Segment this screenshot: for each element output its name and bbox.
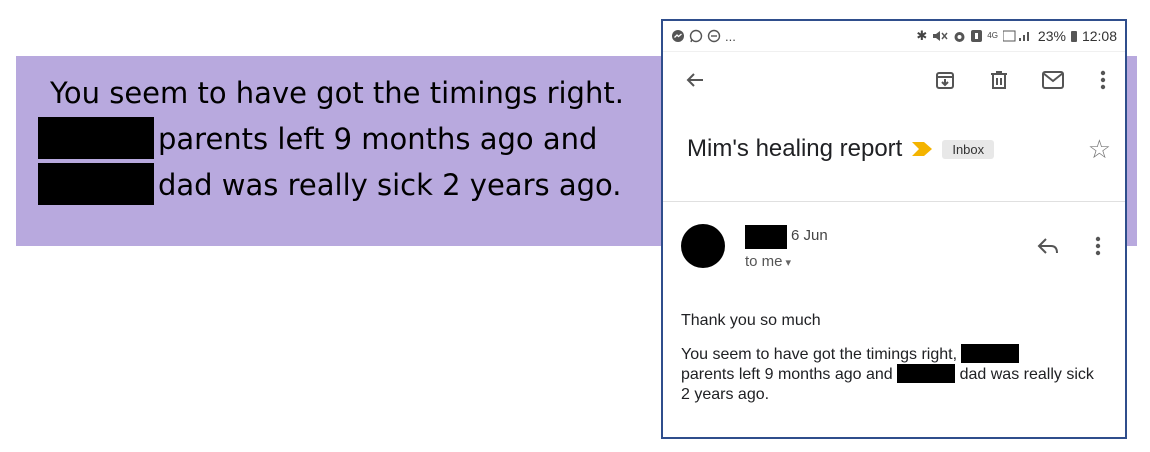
sent-date: 6 Jun bbox=[791, 227, 828, 244]
status-overflow: ... bbox=[725, 28, 736, 44]
email-body-part-1: You seem to have got the timings right, bbox=[681, 346, 958, 363]
quote-line-2-text: parents left 9 months ago and bbox=[158, 122, 598, 156]
redaction-box bbox=[961, 344, 1020, 364]
quote-line-1: You seem to have got the timings right. bbox=[50, 76, 624, 110]
signal-icon bbox=[1002, 30, 1029, 42]
more-vert-icon[interactable] bbox=[1087, 64, 1119, 96]
email-subject: Mim's healing report bbox=[687, 135, 903, 162]
status-bar-right: ✱ 4G 23% 12:08 bbox=[916, 28, 1117, 44]
email-screenshot: ... ✱ 4G 23% 12:08 Mim's healing report … bbox=[661, 19, 1127, 439]
status-bar-left: ... bbox=[671, 29, 736, 44]
back-arrow-icon[interactable] bbox=[679, 64, 711, 96]
mail-icon[interactable] bbox=[1037, 64, 1069, 96]
quote-line-3: dad was really sick 2 years ago. bbox=[38, 162, 648, 208]
quote-text: You seem to have got the timings right. … bbox=[38, 70, 648, 208]
importance-marker-icon[interactable] bbox=[912, 142, 933, 156]
sender-row: 6 Jun to me ▾ bbox=[681, 221, 1115, 281]
recipient-toggle[interactable]: to me ▾ bbox=[745, 253, 791, 270]
recipient-text: to me bbox=[745, 253, 783, 270]
messenger-icon bbox=[672, 30, 684, 42]
avatar[interactable] bbox=[681, 224, 725, 268]
inbox-label[interactable]: Inbox bbox=[942, 139, 995, 159]
redaction-box bbox=[897, 364, 956, 384]
subject-row: Mim's healing report Inbox ☆ bbox=[687, 129, 1115, 169]
divider bbox=[663, 201, 1125, 202]
battery-icon bbox=[1070, 30, 1077, 42]
archive-icon[interactable] bbox=[929, 64, 961, 96]
bluetooth-icon: ✱ bbox=[916, 28, 928, 43]
do-not-disturb-icon bbox=[707, 29, 721, 43]
mute-icon bbox=[933, 31, 948, 41]
email-greeting: Thank you so much bbox=[681, 312, 821, 329]
clock: 12:08 bbox=[1081, 28, 1117, 44]
message-more-icon[interactable] bbox=[1085, 233, 1111, 259]
email-toolbar bbox=[663, 52, 1125, 110]
sender-name-redacted bbox=[745, 225, 787, 249]
notification-icon bbox=[971, 30, 983, 42]
4g-icon: 4G bbox=[987, 31, 998, 40]
quote-line-2: parents left 9 months ago and bbox=[38, 116, 648, 162]
star-icon[interactable]: ☆ bbox=[1088, 134, 1111, 165]
status-bar: ... ✱ 4G 23% 12:08 bbox=[663, 21, 1125, 52]
quote-line-3-text: dad was really sick 2 years ago. bbox=[158, 168, 622, 202]
redaction-box bbox=[38, 163, 154, 205]
email-body-part-2: parents left 9 months ago and bbox=[681, 366, 893, 383]
battery-percent: 23% bbox=[1037, 28, 1066, 44]
alarm-icon bbox=[954, 31, 965, 42]
reply-icon[interactable] bbox=[1035, 233, 1061, 259]
whatsapp-icon bbox=[689, 29, 703, 43]
email-body: Thank you so much You seem to have got t… bbox=[681, 311, 1101, 419]
chevron-down-icon: ▾ bbox=[785, 257, 792, 269]
email-message: You seem to have got the timings right, … bbox=[681, 344, 1101, 405]
redaction-box bbox=[38, 117, 154, 159]
delete-icon[interactable] bbox=[983, 64, 1015, 96]
